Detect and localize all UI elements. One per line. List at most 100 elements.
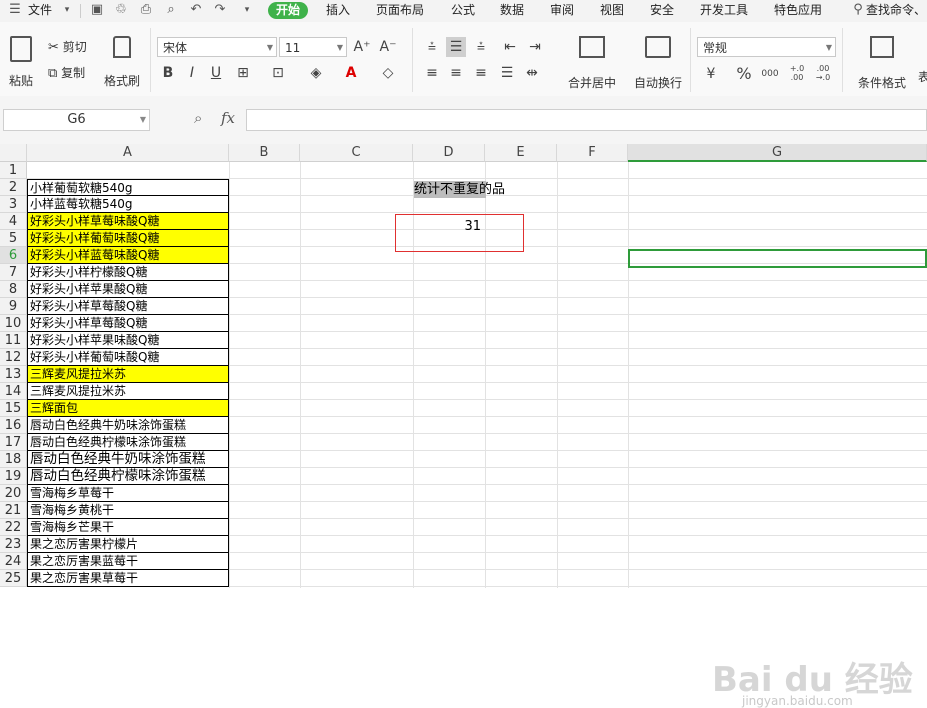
row-header[interactable]: 20 bbox=[0, 485, 27, 502]
chevron-down-icon[interactable]: ▾ bbox=[58, 1, 76, 19]
quick-access-dropdown-icon[interactable]: ▾ bbox=[238, 1, 256, 19]
row-header[interactable]: 15 bbox=[0, 400, 27, 417]
row-header[interactable]: 5 bbox=[0, 230, 27, 247]
increase-decimal-icon[interactable]: +.0 .00 bbox=[787, 64, 807, 84]
cell-a13[interactable]: 三辉麦风提拉米苏 bbox=[27, 366, 229, 383]
row-header[interactable]: 1 bbox=[0, 162, 27, 179]
row-header[interactable]: 10 bbox=[0, 315, 27, 332]
cell-a4[interactable]: 好彩头小样草莓味酸Q糖 bbox=[27, 213, 229, 230]
number-format-select[interactable]: 常规 ▼ bbox=[697, 37, 836, 57]
cell-a6[interactable]: 好彩头小样蓝莓味酸Q糖 bbox=[27, 247, 229, 264]
search-icon[interactable]: ⚲ bbox=[849, 1, 867, 19]
wrap-text-button[interactable]: 自动换行 bbox=[632, 36, 684, 91]
cell-a12[interactable]: 好彩头小样葡萄味酸Q糖 bbox=[27, 349, 229, 366]
cell-a19[interactable]: 唇动白色经典柠檬味涂饰蛋糕 bbox=[27, 468, 229, 485]
percent-icon[interactable]: % bbox=[734, 64, 754, 84]
row-header[interactable]: 22 bbox=[0, 519, 27, 536]
tab-special[interactable]: 特色应用 bbox=[774, 2, 822, 19]
tab-page-layout[interactable]: 页面布局 bbox=[376, 2, 424, 19]
column-header-g[interactable]: G bbox=[628, 144, 927, 162]
row-header[interactable]: 17 bbox=[0, 434, 27, 451]
decrease-indent-icon[interactable]: ⇤ bbox=[500, 37, 520, 57]
cell-style-icon[interactable]: ⊡ bbox=[268, 63, 288, 83]
format-painter-button[interactable]: 格式刷 bbox=[102, 36, 142, 89]
align-top-icon[interactable]: ⩮ bbox=[422, 37, 442, 57]
thousands-icon[interactable]: 000 bbox=[760, 64, 780, 84]
redo-icon[interactable]: ↷ bbox=[211, 1, 229, 19]
cell-a8[interactable]: 好彩头小样苹果酸Q糖 bbox=[27, 281, 229, 298]
row-header[interactable]: 7 bbox=[0, 264, 27, 281]
align-middle-icon[interactable]: ☰ bbox=[446, 37, 466, 57]
cell-a15[interactable]: 三辉面包 bbox=[27, 400, 229, 417]
cell-a18[interactable]: 唇动白色经典牛奶味涂饰蛋糕 bbox=[27, 451, 229, 468]
row-header[interactable]: 24 bbox=[0, 553, 27, 570]
row-header[interactable]: 9 bbox=[0, 298, 27, 315]
increase-indent-icon[interactable]: ⇥ bbox=[525, 37, 545, 57]
tab-view[interactable]: 视图 bbox=[600, 2, 624, 19]
column-header-c[interactable]: C bbox=[300, 144, 413, 162]
column-header-a[interactable]: A bbox=[27, 144, 229, 162]
hamburger-icon[interactable]: ☰ bbox=[6, 1, 24, 19]
cell-a20[interactable]: 雪海梅乡草莓干 bbox=[27, 485, 229, 502]
name-box[interactable]: G6 ▼ bbox=[3, 109, 150, 131]
cell-a11[interactable]: 好彩头小样苹果味酸Q糖 bbox=[27, 332, 229, 349]
unique-count-label[interactable]: 统计不重复的品 bbox=[414, 181, 505, 198]
font-name-select[interactable]: 宋体 ▼ bbox=[157, 37, 277, 57]
cell-a17[interactable]: 唇动白色经典柠檬味涂饰蛋糕 bbox=[27, 434, 229, 451]
cell-a9[interactable]: 好彩头小样草莓酸Q糖 bbox=[27, 298, 229, 315]
menu-file[interactable]: 文件 bbox=[28, 2, 52, 19]
column-header-d[interactable]: D bbox=[413, 144, 485, 162]
tab-insert[interactable]: 插入 bbox=[326, 2, 350, 19]
align-right-icon[interactable]: ≡ bbox=[471, 63, 491, 83]
table-style-button[interactable]: 表 bbox=[918, 68, 927, 85]
cell-a10[interactable]: 好彩头小样草莓酸Q糖 bbox=[27, 315, 229, 332]
bold-icon[interactable]: B bbox=[158, 63, 178, 83]
fx-icon[interactable]: fx bbox=[221, 109, 235, 127]
cell-a7[interactable]: 好彩头小样柠檬酸Q糖 bbox=[27, 264, 229, 281]
row-header[interactable]: 14 bbox=[0, 383, 27, 400]
align-center-icon[interactable]: ≡ bbox=[446, 63, 466, 83]
row-header[interactable]: 4 bbox=[0, 213, 27, 230]
row-header[interactable]: 25 bbox=[0, 570, 27, 587]
currency-icon[interactable]: ¥ bbox=[701, 64, 721, 84]
print-preview-icon[interactable]: ⌕ bbox=[162, 1, 180, 19]
justify-icon[interactable]: ☰ bbox=[497, 63, 517, 83]
font-size-select[interactable]: 11 ▼ bbox=[279, 37, 347, 57]
unique-count-value[interactable]: 31 bbox=[413, 218, 481, 235]
row-header[interactable]: 19 bbox=[0, 468, 27, 485]
cell-a22[interactable]: 雪海梅乡芒果干 bbox=[27, 519, 229, 536]
copy-button[interactable]: ⧉ 复制 bbox=[48, 64, 85, 81]
spreadsheet-grid[interactable]: A B C D E F G 1 2 小样葡萄软糖540g 3 小样蓝莓软糖540g 4 好彩… bbox=[0, 144, 927, 708]
conditional-format-button[interactable]: 条件格式 bbox=[850, 36, 914, 91]
tab-data[interactable]: 数据 bbox=[500, 2, 524, 19]
decrease-decimal-icon[interactable]: .00 →.0 bbox=[813, 64, 833, 84]
cell-a14[interactable]: 三辉麦风提拉米苏 bbox=[27, 383, 229, 400]
search-command[interactable]: 查找命令、 bbox=[866, 2, 926, 19]
save-icon[interactable]: ▣ bbox=[88, 1, 106, 19]
cell-a23[interactable]: 果之恋厉害果柠檬片 bbox=[27, 536, 229, 553]
row-header[interactable]: 8 bbox=[0, 281, 27, 298]
merge-center-button[interactable]: 合并居中 bbox=[562, 36, 622, 91]
tab-developer[interactable]: 开发工具 bbox=[700, 2, 748, 19]
undo-icon[interactable]: ↶ bbox=[187, 1, 205, 19]
cell-a21[interactable]: 雪海梅乡黄桃干 bbox=[27, 502, 229, 519]
borders-icon[interactable]: ⊞ bbox=[233, 63, 253, 83]
decrease-font-icon[interactable]: A⁻ bbox=[378, 37, 398, 57]
row-header[interactable]: 3 bbox=[0, 196, 27, 213]
cell-a16[interactable]: 唇动白色经典牛奶味涂饰蛋糕 bbox=[27, 417, 229, 434]
print-icon[interactable]: ⎙ bbox=[137, 1, 155, 19]
cell-a5[interactable]: 好彩头小样葡萄味酸Q糖 bbox=[27, 230, 229, 247]
paste-button[interactable]: 粘贴 bbox=[4, 36, 38, 89]
underline-icon[interactable]: U bbox=[206, 63, 226, 83]
row-header[interactable]: 2 bbox=[0, 179, 27, 196]
tab-formulas[interactable]: 公式 bbox=[451, 2, 475, 19]
align-left-icon[interactable]: ≡ bbox=[422, 63, 442, 83]
row-header[interactable]: 23 bbox=[0, 536, 27, 553]
italic-icon[interactable]: I bbox=[182, 63, 202, 83]
row-header[interactable]: 16 bbox=[0, 417, 27, 434]
distributed-icon[interactable]: ⇹ bbox=[522, 63, 542, 83]
tab-home[interactable]: 开始 bbox=[268, 2, 309, 19]
align-bottom-icon[interactable]: ⩮ bbox=[471, 37, 491, 57]
row-header[interactable]: 18 bbox=[0, 451, 27, 468]
active-cell-g6[interactable] bbox=[628, 249, 927, 268]
